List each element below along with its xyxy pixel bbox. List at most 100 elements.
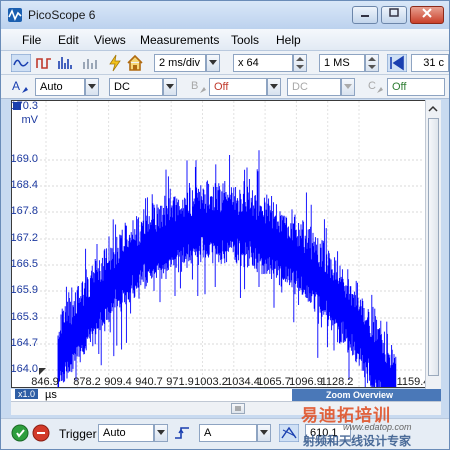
spectrum-mode-icon[interactable] xyxy=(56,54,74,72)
close-button[interactable] xyxy=(410,6,444,24)
y-tick-label: 167.2 xyxy=(10,232,38,244)
menu-bar: File Edit Views Measurements Tools Help xyxy=(1,29,449,51)
channel-c-options-icon[interactable] xyxy=(376,78,384,96)
y-tick-label: 166.5 xyxy=(10,258,38,270)
close-icon xyxy=(422,8,432,18)
grip-icon xyxy=(235,406,241,411)
timebase-select[interactable]: 2 ms/div xyxy=(154,54,206,72)
persistence-mode-icon[interactable] xyxy=(35,54,53,72)
window-title: PicoScope 6 xyxy=(28,8,96,22)
trigger-toolbar: Trigger Auto A 610.1 易迪拓培训 www.edatop.co… xyxy=(1,406,449,449)
samples-spinner[interactable] xyxy=(365,54,379,72)
up-down-arrows-icon xyxy=(296,57,304,69)
y-tick-label: 167.8 xyxy=(10,205,38,217)
zoom-factor-input[interactable]: x 64 xyxy=(233,54,293,72)
y-axis-unit: mV xyxy=(21,114,39,126)
x-tick-label: 1128.2 xyxy=(320,376,354,388)
x-tick-label: 971.9 xyxy=(166,376,194,388)
trigger-source-dropdown[interactable] xyxy=(257,424,271,442)
stop-capture-icon[interactable] xyxy=(32,424,50,442)
vertical-scroll-thumb[interactable] xyxy=(428,118,439,376)
vertical-scrollbar[interactable] xyxy=(425,100,441,390)
chevron-down-icon xyxy=(88,84,96,89)
scope-mode-icon[interactable] xyxy=(11,54,31,72)
channel-b-range-select[interactable]: Off xyxy=(209,78,267,96)
signal-generator-icon[interactable] xyxy=(81,54,99,72)
menu-help[interactable]: Help xyxy=(276,33,301,47)
main-toolbar: 2 ms/div x 64 1 MS 31 c xyxy=(1,51,449,75)
channel-a-options-icon[interactable]: A xyxy=(11,78,33,96)
menu-views[interactable]: Views xyxy=(94,33,126,47)
x-tick-label: 1034.4 xyxy=(226,376,260,388)
chevron-down-icon xyxy=(344,84,352,89)
picoscope-window: PicoScope 6 File Edit Views Measurements… xyxy=(0,0,450,450)
title-bar[interactable]: PicoScope 6 xyxy=(1,1,449,29)
chevron-down-icon xyxy=(157,430,165,435)
channel-c-range-select[interactable]: Off xyxy=(387,78,445,96)
trigger-source-select[interactable]: A xyxy=(199,424,257,442)
y-tick-label: 164.7 xyxy=(10,337,38,349)
y-axis-top-value: 170.3 xyxy=(10,100,38,112)
y-tick-label: 164.0 xyxy=(10,363,38,375)
menu-measurements[interactable]: Measurements xyxy=(140,33,219,47)
samples-input[interactable]: 1 MS xyxy=(319,54,365,72)
x-tick-label: 1096.9 xyxy=(289,376,323,388)
watermark: 易迪拓培训 www.edatop.com 射频和天线设计专家 xyxy=(297,401,447,447)
watermark-url: www.edatop.com xyxy=(343,422,412,432)
timebase-dropdown-button[interactable] xyxy=(206,54,220,72)
zoom-overview-label: Zoom Overview xyxy=(326,390,394,400)
trigger-edge-icon[interactable] xyxy=(173,425,191,441)
y-tick-label: 165.9 xyxy=(10,284,38,296)
home-icon[interactable] xyxy=(126,54,144,72)
maximize-button[interactable] xyxy=(381,6,407,24)
chevron-down-icon xyxy=(260,430,268,435)
x-tick-label: 878.2 xyxy=(73,376,101,388)
menu-edit[interactable]: Edit xyxy=(58,33,79,47)
y-tick-label: 165.3 xyxy=(10,311,38,323)
svg-text:A: A xyxy=(12,79,20,93)
channel-a-range-select[interactable]: Auto xyxy=(35,78,85,96)
channel-b-options-icon[interactable] xyxy=(199,78,207,96)
start-capture-icon[interactable] xyxy=(11,424,29,442)
horizontal-scroll-thumb[interactable] xyxy=(231,403,245,414)
auto-setup-icon[interactable] xyxy=(106,54,124,72)
trigger-mode-select[interactable]: Auto xyxy=(98,424,154,442)
chevron-down-icon xyxy=(166,84,174,89)
waveform-plot[interactable] xyxy=(12,101,440,387)
chevron-down-icon xyxy=(270,84,278,89)
maximize-icon xyxy=(389,8,399,17)
trigger-rising-edge-icon[interactable] xyxy=(279,424,299,442)
channel-a-coupling-dropdown[interactable] xyxy=(163,78,177,96)
channel-b-coupling-select[interactable]: DC xyxy=(287,78,341,96)
channel-b-label: B xyxy=(191,80,199,92)
x-zoom-badge[interactable]: x1.0 xyxy=(15,389,39,399)
y-tick-label: 169.0 xyxy=(10,153,38,165)
x-tick-label: 909.4 xyxy=(104,376,132,388)
trigger-label: Trigger xyxy=(59,427,97,441)
minimize-icon xyxy=(361,15,369,17)
channel-b-range-dropdown[interactable] xyxy=(267,78,281,96)
x-tick-label: 1003.2 xyxy=(194,376,228,388)
channel-a-range-dropdown[interactable] xyxy=(85,78,99,96)
up-down-arrows-icon xyxy=(368,57,376,69)
menu-file[interactable]: File xyxy=(22,33,41,47)
scope-view[interactable] xyxy=(11,100,441,388)
y-tick-label: 168.4 xyxy=(10,179,38,191)
channel-b-coupling-dropdown[interactable] xyxy=(341,78,355,96)
zoom-spinner[interactable] xyxy=(293,54,307,72)
x-tick-label: 940.7 xyxy=(135,376,163,388)
watermark-slogan: 射频和天线设计专家 xyxy=(303,434,412,447)
x-tick-label: 846.9 xyxy=(31,376,59,388)
rewind-captures-icon[interactable] xyxy=(387,54,407,72)
trigger-mode-dropdown[interactable] xyxy=(154,424,168,442)
chevron-down-icon xyxy=(209,60,217,65)
channel-toolbar: A Auto DC B Off DC C Off xyxy=(1,75,449,99)
x-axis-unit: µs xyxy=(45,389,57,401)
channel-a-coupling-select[interactable]: DC xyxy=(109,78,163,96)
picoscope-app-icon xyxy=(8,8,22,22)
minimize-button[interactable] xyxy=(352,6,378,24)
menu-tools[interactable]: Tools xyxy=(231,33,259,47)
captures-count[interactable]: 31 c xyxy=(411,54,449,72)
scroll-up-arrow-icon[interactable] xyxy=(426,102,440,116)
channel-c-label: C xyxy=(368,80,376,92)
